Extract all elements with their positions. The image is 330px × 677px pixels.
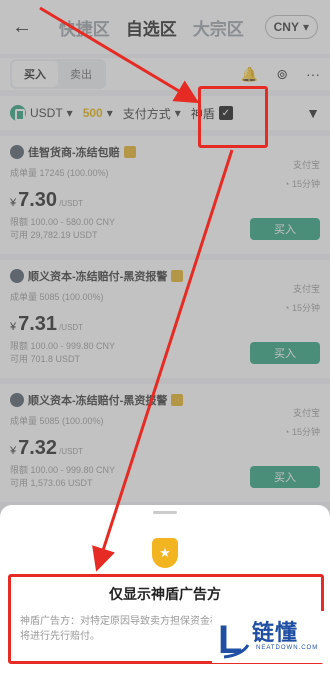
shield-star-icon: ★: [152, 538, 178, 568]
app-root: ← 快捷区 自选区 大宗区 CNY ▾ 买入 卖出 🔔 ⊚ ··· USDT ▾: [0, 0, 330, 677]
sheet-drag-handle[interactable]: [153, 511, 177, 514]
watermark-name: 链懂: [252, 620, 299, 645]
watermark-domain: NEATDOWN.COM: [256, 645, 319, 651]
watermark: L 链懂 NEATDOWN.COM: [212, 611, 324, 663]
watermark-logo: L: [218, 618, 250, 659]
shield-filter-highlight: [198, 86, 268, 148]
